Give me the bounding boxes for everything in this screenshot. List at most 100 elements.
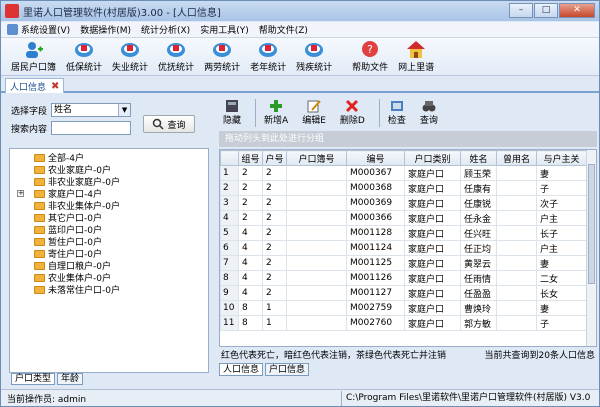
folder-icon: [34, 177, 45, 186]
two-labor-stats-button[interactable]: 两劳统计: [204, 38, 240, 73]
preferential-stats-button[interactable]: 优抚统计: [158, 38, 194, 73]
add-button[interactable]: 新增A: [264, 97, 288, 129]
home-icon: [407, 41, 426, 58]
folder-icon: [34, 165, 45, 174]
hide-button[interactable]: 隐藏: [223, 97, 241, 129]
folder-icon: [34, 189, 45, 198]
table-row[interactable]: 7 4 2 M001125 家庭户口 黄翠云妻: [220, 255, 587, 271]
window-title: 里诺人口管理软件(村居版)3.00 - [人口信息]: [23, 7, 221, 19]
delete-button[interactable]: 删除D: [340, 97, 365, 129]
chart-icon: [305, 43, 324, 57]
column-header[interactable]: 户口类别: [404, 150, 461, 166]
tree-node[interactable]: 非农业家庭户-0户: [34, 176, 120, 188]
tree-node[interactable]: 家庭户口-4户: [34, 188, 102, 200]
query-button[interactable]: 查询: [143, 115, 195, 133]
document-tabs: 人口信息 ✖: [1, 77, 599, 93]
tab-age[interactable]: 年龄: [57, 373, 84, 385]
maximize-button[interactable]: □: [534, 3, 558, 18]
table-row[interactable]: 11 8 1 M002760 家庭户口 郭方敏子: [220, 315, 587, 331]
scroll-thumb[interactable]: [588, 164, 595, 284]
tree-node[interactable]: 农业家庭户-0户: [34, 164, 111, 176]
menu-tools[interactable]: 实用工具(Y): [200, 23, 249, 36]
table-row[interactable]: 4 2 2 M000366 家庭户口 任永金 户主: [220, 210, 587, 226]
low-income-stats-button[interactable]: 低保统计: [66, 38, 102, 73]
column-header[interactable]: 编号: [346, 150, 405, 166]
record-count: 当前共查询到20条人口信息: [484, 351, 595, 361]
close-tab-icon[interactable]: ✖: [51, 81, 59, 92]
folder-icon: [34, 213, 45, 222]
search-button[interactable]: 查询: [420, 97, 438, 129]
install-path: C:\Program Files\里诺软件\里诺户口管理软件(村居版) V3.0: [341, 390, 599, 406]
tab-household-type[interactable]: 户口类型: [11, 373, 56, 385]
tree-node[interactable]: 暂住户口-0户: [34, 236, 102, 248]
tree-node[interactable]: 农业集体户-0户: [34, 272, 111, 284]
tree-node[interactable]: 未落常住户口-0户: [34, 284, 120, 296]
disability-stats-button[interactable]: 残疾统计: [296, 38, 332, 73]
table-row[interactable]: 1 2 2 M000367 家庭户口 顾玉荣妻: [220, 165, 587, 181]
app-window: 里诺人口管理软件(村居版)3.00 - [人口信息] – □ ✕ 系统设置(V)…: [0, 0, 600, 407]
menu-data[interactable]: 数据操作(M): [80, 23, 131, 36]
user-add-icon: [25, 42, 43, 58]
table-row[interactable]: 8 4 2 M001126 家庭户口 任雨情 二女: [220, 270, 587, 286]
unemployment-stats-button[interactable]: 失业统计: [112, 38, 148, 73]
menu-stats[interactable]: 统计分析(X): [141, 23, 190, 36]
menu-system[interactable]: 系统设置(V): [7, 23, 70, 36]
column-header[interactable]: 户号: [262, 150, 287, 166]
check-icon: [390, 101, 403, 111]
tab-population[interactable]: 人口信息: [219, 363, 264, 376]
header-row: 组号 户号 户口簿号 编号 户口类别 姓名 曾用名 与户主关: [220, 150, 587, 166]
column-header[interactable]: 户口簿号: [286, 150, 347, 166]
tree-node[interactable]: 蓝印户口-0户: [34, 224, 102, 236]
elderly-stats-button[interactable]: 老年统计: [250, 38, 286, 73]
tree-node[interactable]: 全部-4户: [34, 152, 84, 164]
legend-bar: 红色代表死亡，暗红色代表注销，茶绿色代表死亡并注销 当前共查询到20条人口信息: [219, 349, 597, 363]
expand-icon[interactable]: +: [17, 190, 24, 197]
search-input[interactable]: [51, 121, 132, 135]
content-row: 搜索内容: [11, 121, 132, 135]
tree-node[interactable]: 自理口粮户-0户: [34, 260, 111, 272]
table-row[interactable]: 10 8 1 M002759 家庭户口 曹焕玲妻: [220, 300, 587, 316]
folder-icon: [34, 285, 45, 294]
column-header[interactable]: 与户主关: [536, 150, 587, 166]
table-row[interactable]: 6 4 2 M001124 家庭户口 任正均 户主: [220, 240, 587, 256]
data-table: 组号 户号 户口簿号 编号 户口类别 姓名 曾用名 与户主关 1 2 2 M00036…: [220, 150, 587, 331]
household-book-button[interactable]: 居民户口簿: [11, 38, 56, 73]
column-header[interactable]: 组号: [238, 150, 263, 166]
table-row[interactable]: 5 4 2 M001128 家庭户口 任兴旺 长子: [220, 225, 587, 241]
status-bar: 当前操作员: admin C:\Program Files\里诺软件\里诺户口管…: [1, 389, 599, 406]
app-icon: [5, 4, 19, 18]
table-row[interactable]: 3 2 2 M000369 家庭户口 任康锐 次子: [220, 195, 587, 211]
help-file-button[interactable]: ? 帮助文件: [352, 38, 388, 73]
check-button[interactable]: 检查: [388, 97, 406, 129]
table-row[interactable]: 2 2 2 M000368 家庭户口 任康有子: [220, 180, 587, 196]
color-legend: 红色代表死亡，暗红色代表注销，茶绿色代表死亡并注销: [221, 351, 447, 361]
minimize-button[interactable]: –: [509, 3, 533, 18]
folder-icon: [34, 261, 45, 270]
field-label: 选择字段: [11, 106, 48, 117]
plus-icon: [270, 100, 283, 112]
tree-node[interactable]: 寄住户口-0户: [34, 248, 102, 260]
tab-household[interactable]: 户口信息: [265, 363, 310, 376]
group-by-area[interactable]: 拖动列头到此处进行分组: [219, 131, 597, 147]
menu-help[interactable]: 帮助文件(Z): [259, 23, 308, 36]
tree-node[interactable]: 非农业集体户-0户: [34, 200, 120, 212]
tab-population-info[interactable]: 人口信息 ✖: [5, 78, 65, 93]
tree-node[interactable]: 其它户口-0户: [34, 212, 102, 224]
content-label: 搜索内容: [11, 124, 48, 135]
table-row[interactable]: 9 4 2 M001127 家庭户口 任盈盈 长女: [220, 285, 587, 301]
toolbar-divider: [255, 99, 257, 127]
edit-button[interactable]: 编辑E: [302, 97, 326, 129]
vertical-scrollbar[interactable]: [586, 150, 596, 346]
folder-icon: [34, 225, 45, 234]
chart-icon: [167, 43, 186, 57]
close-window-button[interactable]: ✕: [559, 3, 595, 18]
column-header[interactable]: 姓名: [460, 150, 497, 166]
help-icon: ?: [362, 41, 379, 57]
field-select[interactable]: 姓名 ▼: [51, 103, 132, 117]
title-bar: 里诺人口管理软件(村居版)3.00 - [人口信息] – □ ✕: [1, 1, 599, 21]
column-header[interactable]: 曾用名: [496, 150, 537, 166]
hide-icon: [226, 100, 238, 112]
chart-icon: [213, 43, 232, 57]
online-site-button[interactable]: 网上里谱: [398, 38, 434, 73]
household-type-tree: 全部-4户 农业家庭户-0户 非农业家庭户-0户 + 家庭户口-4户 非农业集体…: [9, 148, 209, 373]
